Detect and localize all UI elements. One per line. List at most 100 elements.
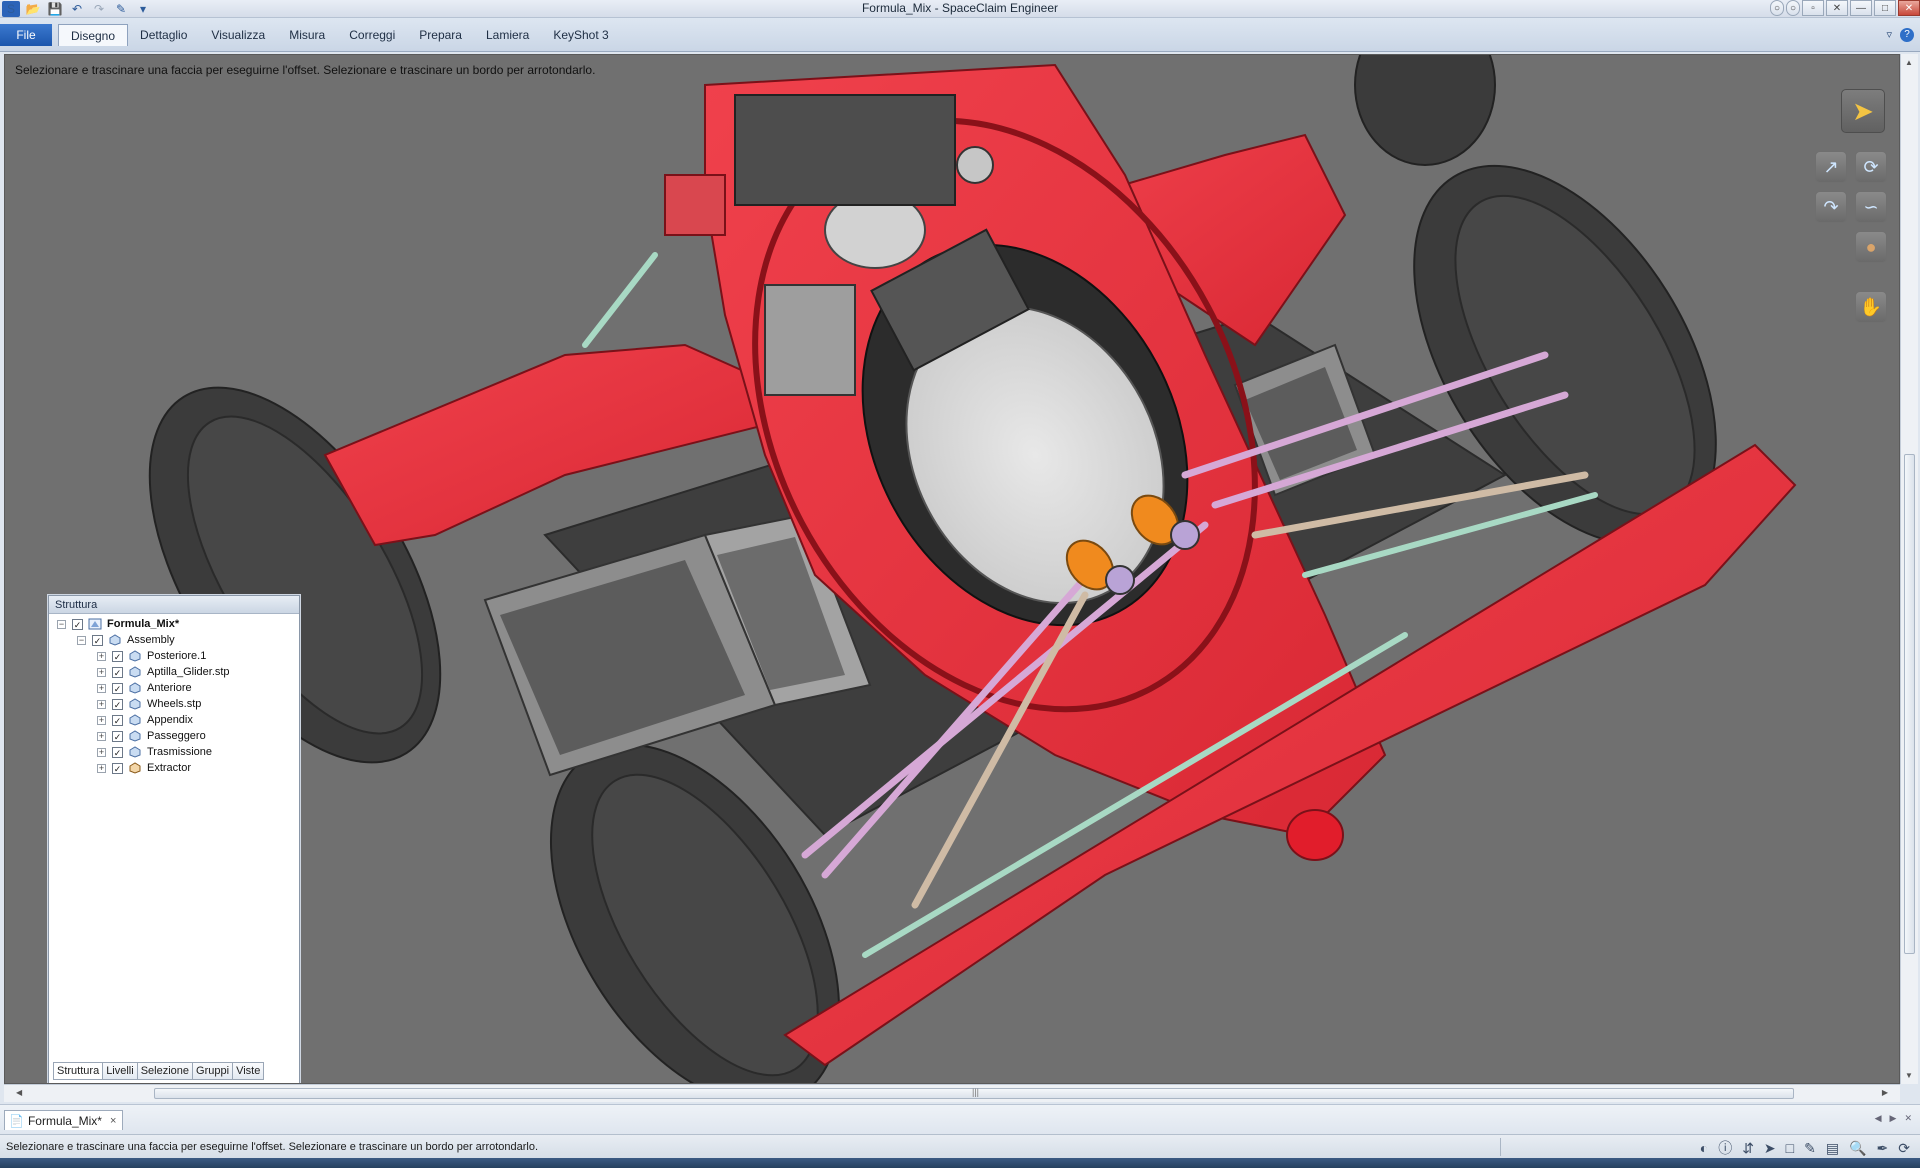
scroll-left-icon[interactable]: ◀ [16,1088,22,1097]
visibility-checkbox[interactable]: ✓ [112,682,123,694]
tree-label: Anteriore [147,682,192,694]
component-icon [127,746,143,759]
brush-icon[interactable]: ✎ [112,1,130,17]
undo-icon[interactable]: ↶ [68,1,86,17]
expand-icon[interactable]: + [97,715,106,725]
visibility-checkbox[interactable]: ✓ [112,666,123,678]
pen-icon[interactable]: ✒ [1877,1140,1889,1157]
pull-tool-icon[interactable]: ↗ [1815,151,1847,183]
blend-tool-icon[interactable]: ∽ [1855,191,1887,223]
ordering-icon[interactable]: ⇵ [1742,1140,1754,1157]
tab-livelli[interactable]: Livelli [102,1062,138,1080]
open-icon[interactable]: 📂 [24,1,42,17]
tab-close-all-icon[interactable]: ✕ [1904,1113,1912,1124]
expand-icon[interactable]: + [97,651,106,661]
structure-panel: Struttura − ✓ Formula_Mix* − ✓ Assembly … [48,595,300,1083]
close-tab-icon[interactable]: × [110,1115,116,1127]
customize-icon[interactable]: ▾ [134,1,152,17]
tree-node-wheels[interactable]: + ✓ Wheels.stp [57,696,299,712]
app-icon[interactable]: S [2,1,20,17]
close-button[interactable]: ✕ [1898,0,1920,16]
fill-tool-icon[interactable]: ● [1855,231,1887,263]
revolve-tool-icon[interactable]: ⟳ [1855,151,1887,183]
ribbon-display-icon[interactable]: ○ [1770,0,1784,16]
visibility-checkbox[interactable]: ✓ [72,618,83,630]
box-select-icon[interactable]: □ [1786,1140,1794,1156]
tree-node-assembly[interactable]: − ✓ Assembly [57,632,299,648]
expand-icon[interactable]: + [97,763,106,773]
info-icon[interactable]: ⓘ [1718,1138,1732,1158]
window-controls: ○ ○ ▫ ✕ — □ ✕ [1768,0,1920,16]
visibility-checkbox[interactable]: ✓ [112,746,123,758]
title-bar: S 📂 💾 ↶ ↷ ✎ ▾ Formula_Mix - SpaceClaim E… [0,0,1920,18]
tab-gruppi[interactable]: Gruppi [192,1062,234,1080]
expand-icon[interactable]: + [97,699,106,709]
sketch-icon[interactable]: ✎ [1804,1140,1816,1157]
tab-keyshot[interactable]: KeyShot 3 [541,24,620,46]
tab-dettaglio[interactable]: Dettaglio [128,24,199,46]
tree-node-appendix[interactable]: + ✓ Appendix [57,712,299,728]
collapse-icon[interactable]: − [77,635,86,645]
tab-lamiera[interactable]: Lamiera [474,24,541,46]
tree-node-anteriore[interactable]: + ✓ Anteriore [57,680,299,696]
save-icon[interactable]: 💾 [46,1,64,17]
tab-struttura[interactable]: Struttura [53,1062,104,1080]
display-icon[interactable]: ◐ [1700,1140,1708,1156]
tab-misura[interactable]: Misura [277,24,337,46]
visibility-checkbox[interactable]: ✓ [92,634,103,646]
expand-icon[interactable]: + [97,731,106,741]
tree-label: Aptilla_Glider.stp [147,666,230,678]
tab-correggi[interactable]: Correggi [337,24,407,46]
tree-node-passeggero[interactable]: + ✓ Passeggero [57,728,299,744]
help-icon[interactable]: ? [1900,28,1914,42]
options-icon[interactable]: ○ [1786,0,1800,16]
visibility-checkbox[interactable]: ✓ [112,698,123,710]
horizontal-scrollbar[interactable]: ◀ ||| ▶ [4,1084,1900,1102]
tree-label: Appendix [147,714,193,726]
restore-small-icon[interactable]: ▫ [1802,0,1824,16]
visibility-checkbox[interactable]: ✓ [112,730,123,742]
tab-disegno[interactable]: Disegno [58,24,129,46]
tree-node-root[interactable]: − ✓ Formula_Mix* [57,616,299,632]
sweep-tool-icon[interactable]: ↷ [1815,191,1847,223]
tree-node-posteriore[interactable]: + ✓ Posteriore.1 [57,648,299,664]
close-small-icon[interactable]: ✕ [1826,0,1848,16]
scroll-down-icon[interactable]: ▼ [1905,1071,1913,1080]
document-tab[interactable]: 📄 Formula_Mix* × [4,1110,124,1130]
select-mode-icon[interactable]: ➤ [1764,1140,1776,1157]
minimize-button[interactable]: — [1850,0,1872,16]
maximize-button[interactable]: □ [1874,0,1896,16]
layers-icon[interactable]: ▤ [1826,1140,1839,1157]
vertical-scrollbar[interactable]: ▲ ▼ [1900,54,1918,1084]
tab-prev-icon[interactable]: ◀ [1875,1113,1882,1124]
expand-icon[interactable]: + [97,667,106,677]
tab-prepara[interactable]: Prepara [407,24,474,46]
scroll-right-icon[interactable]: ▶ [1882,1088,1888,1097]
tree-node-aptilla[interactable]: + ✓ Aptilla_Glider.stp [57,664,299,680]
expand-icon[interactable]: + [97,747,106,757]
ribbon-minimize-icon[interactable]: ▿ [1886,28,1892,42]
tree-node-extractor[interactable]: + ✓ Extractor [57,760,299,776]
tab-visualizza[interactable]: Visualizza [199,24,277,46]
structure-tree: − ✓ Formula_Mix* − ✓ Assembly + ✓ Poster… [49,614,299,776]
tab-next-icon[interactable]: ▶ [1890,1113,1897,1124]
visibility-checkbox[interactable]: ✓ [112,714,123,726]
tree-node-trasmissione[interactable]: + ✓ Trasmissione [57,744,299,760]
vertical-scroll-thumb[interactable] [1904,454,1915,954]
scroll-up-icon[interactable]: ▲ [1905,58,1913,67]
design-icon [87,618,103,631]
spin-icon[interactable]: ⟳ [1898,1140,1910,1157]
redo-icon[interactable]: ↷ [90,1,108,17]
tab-selezione[interactable]: Selezione [136,1062,194,1080]
component-icon [127,650,143,663]
select-tool-icon[interactable]: ➤ [1841,89,1885,133]
visibility-checkbox[interactable]: ✓ [112,762,123,774]
collapse-icon[interactable]: − [57,619,66,629]
tab-viste[interactable]: Viste [232,1062,265,1080]
zoom-icon[interactable]: 🔍 [1849,1140,1866,1157]
visibility-checkbox[interactable]: ✓ [112,650,123,662]
file-menu-button[interactable]: File [0,24,52,46]
tweak-tool-icon[interactable]: ✋ [1855,291,1887,323]
design-viewport[interactable]: Selezionare e trascinare una faccia per … [4,54,1900,1084]
expand-icon[interactable]: + [97,683,106,693]
